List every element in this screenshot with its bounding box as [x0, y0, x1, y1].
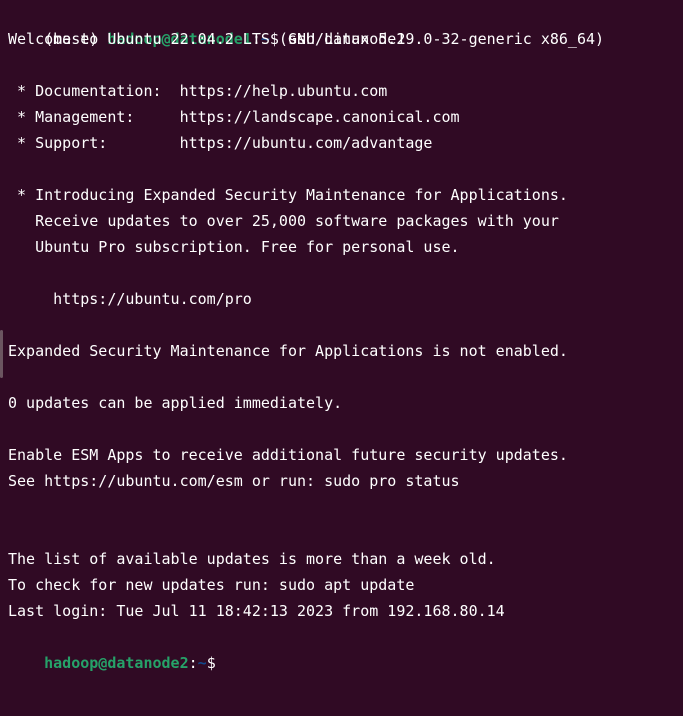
esm-apps-line-2: See https://ubuntu.com/esm or run: sudo …: [8, 472, 460, 490]
documentation-line: * Documentation: https://help.ubuntu.com: [8, 82, 388, 100]
esm-apps-line-1: Enable ESM Apps to receive additional fu…: [8, 446, 568, 464]
last-login-line: Last login: Tue Jul 11 18:42:13 2023 fro…: [8, 602, 505, 620]
prompt-colon: :: [188, 654, 198, 672]
support-line: * Support: https://ubuntu.com/advantage: [8, 134, 433, 152]
esm-status-line: Expanded Security Maintenance for Applic…: [8, 342, 568, 360]
prompt-line-datanode2[interactable]: hadoop@datanode2:~$: [8, 624, 217, 672]
esm-intro-line-3: Ubuntu Pro subscription. Free for person…: [8, 238, 460, 256]
prompt-path: ~: [197, 654, 207, 672]
prompt-user-host: hadoop@datanode2: [44, 654, 189, 672]
updates-old-line-1: The list of available updates is more th…: [8, 550, 496, 568]
esm-intro-line-2: Receive updates to over 25,000 software …: [8, 212, 559, 230]
prompt-symbol: $: [206, 654, 216, 672]
welcome-line: Welcome to Ubuntu 22.04.2 LTS (GNU/Linux…: [8, 30, 605, 48]
management-line: * Management: https://landscape.canonica…: [8, 108, 460, 126]
updates-count-line: 0 updates can be applied immediately.: [8, 394, 343, 412]
prompt-line-datanode1: (base) hadoop@datanode1:~$ ssh datanode2: [8, 0, 405, 48]
terminal-window[interactable]: (base) hadoop@datanode1:~$ ssh datanode2…: [0, 0, 683, 716]
esm-intro-line-1: * Introducing Expanded Security Maintena…: [8, 186, 568, 204]
pro-url-line: https://ubuntu.com/pro: [8, 290, 252, 308]
scrollbar-thumb[interactable]: [0, 330, 3, 378]
updates-old-line-2: To check for new updates run: sudo apt u…: [8, 576, 415, 594]
